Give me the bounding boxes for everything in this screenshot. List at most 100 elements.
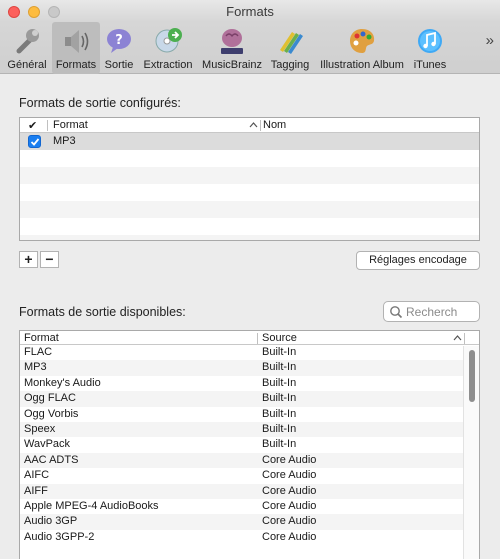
column-divider — [257, 333, 258, 344]
format-cell: MP3 — [53, 135, 76, 147]
format-cell: Audio 3GPP-2 — [24, 530, 95, 543]
speaker-icon — [65, 30, 89, 53]
tab-album-art[interactable]: Illustration Album — [315, 22, 409, 74]
format-cell: Apple MPEG-4 AudioBooks — [24, 499, 159, 512]
preferences-toolbar: Général Formats ? Sortie Extraction Musi… — [0, 22, 500, 74]
table-row[interactable]: AIFF Core Audio — [20, 483, 479, 499]
table-row[interactable]: MP3 — [20, 133, 479, 150]
source-cell: Core Audio — [262, 484, 317, 497]
table-row[interactable]: AAC ADTS Core Audio — [20, 452, 479, 469]
source-cell: Core Audio — [262, 469, 317, 482]
source-cell: Built-In — [262, 407, 297, 420]
musicbrainz-icon — [221, 29, 243, 54]
column-divider — [260, 120, 261, 131]
search-field[interactable]: Recherch — [383, 301, 480, 322]
empty-row — [20, 218, 479, 235]
format-cell: Ogg Vorbis — [24, 407, 79, 420]
table-header: Format Source — [20, 331, 479, 345]
format-cell: Ogg FLAC — [24, 392, 76, 405]
question-bubble-icon: ? — [107, 29, 131, 53]
tab-formats-label: Formats — [55, 59, 97, 71]
wrench-icon — [16, 29, 39, 54]
tab-tagging[interactable]: Tagging — [267, 22, 313, 74]
disc-extract-icon — [155, 28, 182, 53]
empty-row — [20, 201, 479, 218]
sort-ascending-icon — [453, 335, 462, 341]
format-cell: Speex — [24, 422, 56, 435]
table-row[interactable]: Ogg Vorbis Built-In — [20, 407, 479, 422]
table-row[interactable]: Audio 3GP Core Audio — [20, 514, 479, 530]
format-cell: FLAC — [24, 346, 53, 358]
title-bar: Formats — [0, 0, 500, 22]
empty-row — [20, 150, 479, 167]
configured-formats-table: ✔ Format Nom MP3 — [19, 117, 480, 241]
format-cell: Audio 3GP — [24, 515, 78, 528]
source-cell: Core Audio — [262, 515, 317, 528]
tab-album-art-label: Illustration Album — [320, 59, 404, 71]
empty-row — [20, 167, 479, 184]
table-row[interactable]: WavPack Built-In — [20, 437, 479, 452]
add-format-button[interactable]: + — [19, 251, 38, 268]
format-cell: Monkey's Audio — [24, 376, 101, 389]
source-cell: Built-In — [262, 376, 297, 389]
table-row[interactable]: Monkey's Audio Built-In — [20, 376, 479, 391]
source-cell: Built-In — [262, 346, 297, 358]
source-cell: Core Audio — [262, 499, 317, 512]
source-cell: Built-In — [262, 422, 297, 435]
source-cell: Built-In — [262, 361, 297, 374]
enabled-checkbox[interactable] — [28, 135, 41, 148]
format-cell: WavPack — [24, 438, 71, 451]
encode-settings-button[interactable]: Réglages encodage — [356, 251, 480, 270]
table-row[interactable]: AIFC Core Audio — [20, 468, 479, 483]
column-header-enabled[interactable]: ✔ — [28, 119, 37, 132]
vertical-scrollbar[interactable] — [463, 346, 479, 559]
tab-general-label: Général — [7, 59, 47, 71]
tab-general[interactable]: Général — [4, 22, 50, 74]
column-header-format[interactable]: Format — [53, 119, 88, 131]
column-divider — [47, 120, 48, 131]
column-header-format[interactable]: Format — [24, 332, 59, 344]
tab-output-label: Sortie — [104, 59, 134, 71]
svg-text:?: ? — [115, 33, 123, 48]
column-divider — [464, 333, 465, 344]
tab-musicbrainz[interactable]: MusicBrainz — [199, 22, 265, 74]
table-row[interactable]: Audio 3GPP-2 Core Audio — [20, 530, 479, 545]
source-cell: Built-In — [262, 392, 297, 405]
table-row[interactable]: Apple MPEG-4 AudioBooks Core Audio — [20, 499, 479, 514]
tab-musicbrainz-label: MusicBrainz — [202, 59, 262, 71]
palette-icon — [350, 29, 375, 53]
tab-output[interactable]: ? Sortie — [101, 22, 137, 74]
search-icon — [390, 306, 403, 319]
remove-format-button[interactable]: − — [40, 251, 59, 268]
column-header-name[interactable]: Nom — [263, 119, 286, 131]
tab-itunes[interactable]: iTunes — [411, 22, 449, 74]
source-cell: Built-In — [262, 438, 297, 451]
tab-formats[interactable]: Formats — [52, 22, 100, 74]
itunes-icon — [418, 29, 442, 53]
sort-ascending-icon — [249, 122, 258, 128]
table-header: ✔ Format Nom — [20, 118, 479, 133]
format-cell: MP3 — [24, 361, 47, 374]
format-cell: AIFF — [24, 484, 48, 497]
toolbar-overflow-button[interactable]: » — [486, 32, 494, 49]
configured-formats-heading: Formats de sortie configurés: — [19, 96, 181, 110]
search-placeholder: Recherch — [406, 305, 458, 319]
available-formats-list: FLAC Built-In MP3 Built-In Monkey's Audio B… — [20, 345, 479, 545]
window-title: Formats — [226, 4, 274, 19]
available-formats-table: Format Source FLAC Built-In MP3 Built-In M… — [19, 330, 480, 559]
tab-extraction-label: Extraction — [143, 59, 193, 71]
source-cell: Core Audio — [262, 530, 317, 543]
empty-row — [20, 184, 479, 201]
column-header-source[interactable]: Source — [262, 332, 297, 344]
source-cell: Core Audio — [262, 453, 317, 466]
scrollbar-thumb[interactable] — [469, 350, 475, 402]
format-cell: AAC ADTS — [24, 453, 79, 466]
table-row[interactable]: FLAC Built-In — [20, 345, 479, 360]
tab-extraction[interactable]: Extraction — [139, 22, 197, 74]
tab-tagging-label: Tagging — [270, 59, 310, 71]
table-row[interactable]: MP3 Built-In — [20, 360, 479, 376]
available-formats-heading: Formats de sortie disponibles: — [19, 305, 186, 319]
checkmark-icon — [30, 138, 40, 146]
table-row[interactable]: Ogg FLAC Built-In — [20, 391, 479, 407]
table-row[interactable]: Speex Built-In — [20, 421, 479, 438]
